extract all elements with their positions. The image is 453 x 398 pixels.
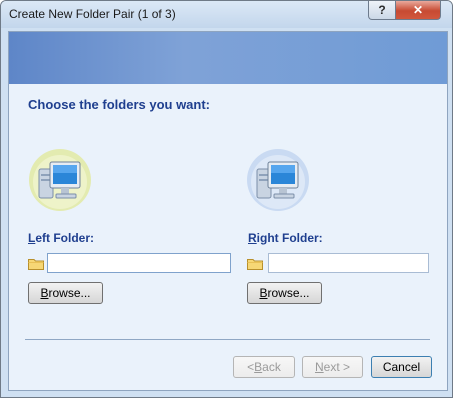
back-button[interactable]: < Back <box>233 356 295 378</box>
right-computer-icon <box>247 149 309 211</box>
dialog-window: Create New Folder Pair (1 of 3) ? ✕ Choo… <box>0 0 453 398</box>
help-icon: ? <box>378 3 386 17</box>
right-folder-label: Right Folder: <box>248 231 323 245</box>
next-button[interactable]: Next > <box>302 356 363 378</box>
footer-divider <box>25 339 430 340</box>
dialog-content: Choose the folders you want: Left Folder… <box>8 31 448 391</box>
right-browse-button[interactable]: Browse... <box>247 282 322 304</box>
help-button[interactable]: ? <box>368 1 396 20</box>
window-title: Create New Folder Pair (1 of 3) <box>9 7 176 21</box>
right-folder-icon <box>247 259 263 270</box>
left-folder-path-input[interactable] <box>47 253 231 273</box>
left-folder-label: Left Folder: <box>28 231 95 245</box>
close-icon: ✕ <box>412 3 424 17</box>
cancel-button[interactable]: Cancel <box>371 356 432 378</box>
page-heading: Choose the folders you want: <box>28 97 211 112</box>
title-bar[interactable]: Create New Folder Pair (1 of 3) ? ✕ <box>1 1 452 28</box>
left-computer-icon <box>29 149 91 211</box>
close-button[interactable]: ✕ <box>395 1 441 20</box>
left-browse-button[interactable]: Browse... <box>28 282 103 304</box>
left-folder-icon <box>28 259 44 270</box>
right-folder-path-input[interactable] <box>268 253 429 273</box>
header-banner <box>9 32 447 84</box>
